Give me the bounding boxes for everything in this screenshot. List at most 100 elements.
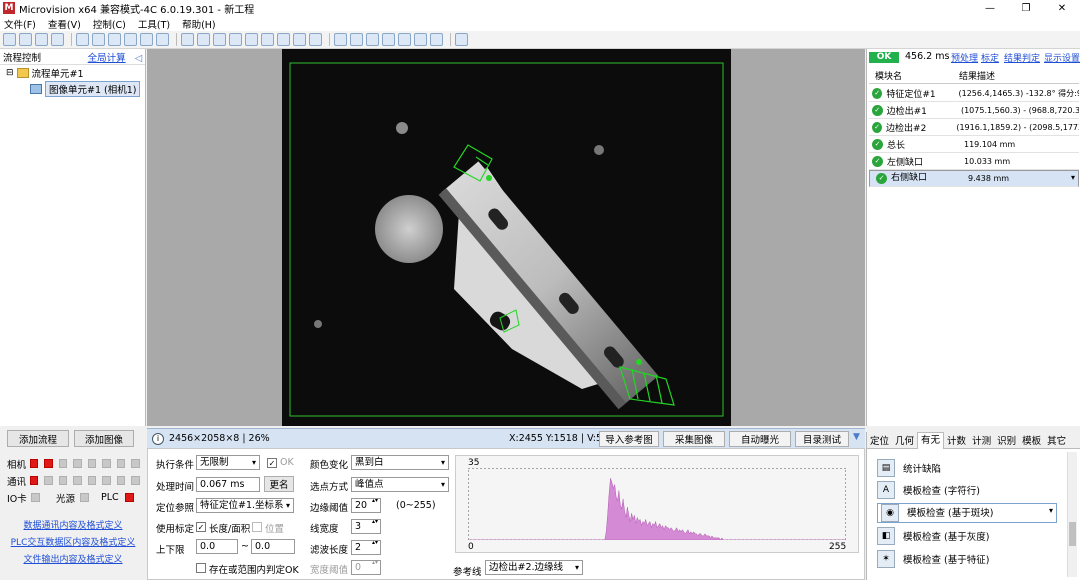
refresh-icon[interactable] — [430, 33, 443, 46]
light-label: 光源 — [56, 493, 76, 505]
camera-status-indicator — [73, 459, 82, 468]
comm-status-indicator — [116, 476, 126, 485]
calc-icon[interactable] — [382, 33, 395, 46]
zoom-reset-icon[interactable] — [124, 33, 137, 46]
eye-icon[interactable] — [140, 33, 153, 46]
width-threshold-stepper[interactable]: 0 — [351, 559, 381, 575]
menu-control[interactable]: 控制(C) — [93, 17, 126, 31]
tab-recognize[interactable]: 识别 — [994, 433, 1019, 447]
dropdown-icon[interactable]: ▼ — [853, 432, 860, 442]
maximize-button[interactable]: ❐ — [1008, 0, 1044, 16]
tab-count[interactable]: 计数 — [944, 433, 969, 447]
tool-label: 模板检查 (基于特征) — [903, 555, 990, 566]
tab-geometry[interactable]: 几何 — [892, 433, 917, 447]
locate-ref-select[interactable]: 特征定位#1.坐标系 — [196, 498, 294, 513]
new-icon[interactable] — [3, 33, 16, 46]
file-output-format-link[interactable]: 文件输出内容及格式定义 — [0, 552, 146, 569]
play-icon[interactable] — [181, 33, 194, 46]
zoom-in-icon[interactable] — [92, 33, 105, 46]
line-width-stepper[interactable]: 3 — [351, 518, 381, 534]
scroll-thumb[interactable] — [1069, 522, 1076, 546]
tab-locate[interactable]: 定位 — [867, 433, 892, 447]
tab-measure[interactable]: 计测 — [969, 433, 994, 447]
import-reference-button[interactable]: 导入参考图 — [599, 431, 659, 447]
exec-condition-select[interactable]: 无限制 — [196, 455, 260, 470]
result-row[interactable]: ✓ 右侧缺口 9.438 mm — [869, 170, 1079, 187]
display-settings-link[interactable]: 显示设置 — [1044, 51, 1080, 64]
tool-item[interactable]: ◉ 模板检查 (基于斑块) — [877, 503, 1057, 523]
grid-icon[interactable] — [51, 33, 64, 46]
color-change-select[interactable]: 黑到白 — [351, 455, 449, 470]
result-row[interactable]: ✓ 边检出#1 (1075.1,560.3) - (968.8,720.3) — [869, 102, 1079, 119]
length-area-checkbox[interactable]: ✓ — [196, 522, 206, 532]
ok-checkbox[interactable]: ✓ — [267, 458, 277, 468]
minimize-button[interactable]: — — [972, 0, 1008, 16]
position-label: 位置 — [265, 524, 285, 535]
plc-format-link[interactable]: PLC交互数据区内容及格式定义 — [0, 535, 146, 552]
process-time-label: 处理时间 — [156, 482, 195, 493]
result-row[interactable]: ✓ 左侧缺口 10.033 mm — [869, 153, 1079, 170]
menu-tools[interactable]: 工具(T) — [138, 17, 170, 31]
ref-line-select[interactable]: 边检出#2.边缘线 — [485, 560, 583, 575]
edge-threshold-stepper[interactable]: 20 — [351, 497, 381, 513]
result-name: 总长 — [887, 140, 906, 151]
result-row[interactable]: ✓ 总长 119.104 mm — [869, 136, 1079, 153]
tool-item[interactable]: ✶ 模板检查 (基于特征) — [877, 549, 1057, 569]
fullscreen-icon[interactable] — [309, 33, 322, 46]
camera-icon[interactable] — [261, 33, 274, 46]
calibration-link[interactable]: 标定 — [981, 51, 999, 64]
result-row[interactable]: ✓ 边检出#2 (1916.1,1859.2) - (2098.5,1773.4 — [869, 119, 1079, 136]
rename-button[interactable]: 更名 — [264, 476, 294, 492]
tree-item-flow-unit[interactable]: ⊟ 流程单元#1 — [0, 65, 145, 81]
folder-icon[interactable] — [398, 33, 411, 46]
gear-icon[interactable] — [414, 33, 427, 46]
print-icon[interactable] — [334, 33, 347, 46]
tab-template[interactable]: 模板 — [1019, 433, 1044, 447]
tab-presence[interactable]: 有无 — [917, 431, 945, 449]
close-button[interactable]: ✕ — [1044, 0, 1080, 16]
directory-test-button[interactable]: 目录测试 — [795, 431, 849, 447]
in-range-ok-checkbox[interactable] — [196, 563, 206, 573]
zoom-fit-icon[interactable] — [76, 33, 89, 46]
menu-help[interactable]: 帮助(H) — [182, 17, 216, 31]
lower-limit-field[interactable]: 0.0 — [196, 539, 238, 554]
result-judge-link[interactable]: 结果判定 — [1004, 51, 1040, 64]
pause-icon[interactable] — [213, 33, 226, 46]
open-icon[interactable] — [19, 33, 32, 46]
add-flow-button[interactable]: 添加流程 — [7, 430, 69, 447]
rotate-icon[interactable] — [350, 33, 363, 46]
preprocess-link[interactable]: 预处理 — [951, 51, 978, 64]
zoom-out-icon[interactable] — [108, 33, 121, 46]
crosshair-icon[interactable] — [156, 33, 169, 46]
info-icon[interactable] — [455, 33, 468, 46]
select-mode-select[interactable]: 峰值点 — [351, 477, 449, 492]
add-image-button[interactable]: 添加图像 — [74, 430, 134, 447]
menu-view[interactable]: 查看(V) — [48, 17, 81, 31]
position-checkbox[interactable] — [252, 522, 262, 532]
tree-item-image-unit[interactable]: 图像单元#1 (相机1) — [45, 81, 141, 97]
collapse-icon[interactable]: ◁ — [135, 53, 142, 64]
tool-scrollbar[interactable] — [1067, 452, 1077, 577]
comm-format-link[interactable]: 数据通讯内容及格式定义 — [0, 518, 146, 535]
stop-icon[interactable] — [197, 33, 210, 46]
crop-icon[interactable] — [229, 33, 242, 46]
save-icon[interactable] — [35, 33, 48, 46]
auto-exposure-button[interactable]: 自动曝光 — [729, 431, 791, 447]
menu-file[interactable]: 文件(F) — [4, 17, 36, 31]
capture-image-button[interactable]: 采集图像 — [663, 431, 725, 447]
image-icon[interactable] — [245, 33, 258, 46]
tool-item[interactable]: ◧ 模板检查 (基于灰度) — [877, 526, 1057, 546]
record-icon[interactable] — [277, 33, 290, 46]
filter-length-stepper[interactable]: 2 — [351, 539, 381, 555]
global-calc-link[interactable]: 全局计算 — [88, 53, 126, 64]
tool-item[interactable]: ▤ 统计缺陷 — [877, 458, 1057, 478]
tab-other[interactable]: 其它 — [1044, 433, 1069, 447]
roi-icon[interactable] — [293, 33, 306, 46]
light-status-indicator — [80, 493, 90, 502]
result-row[interactable]: ✓ 特征定位#1 (1256.4,1465.3) -132.8° 得分:99 — [869, 85, 1079, 102]
layers-icon[interactable] — [366, 33, 379, 46]
tree-expander-icon[interactable]: ⊟ — [6, 68, 14, 78]
camera-image[interactable] — [282, 49, 731, 426]
tool-item[interactable]: A 模板检查 (字符行) — [877, 480, 1057, 500]
upper-limit-field[interactable]: 0.0 — [251, 539, 295, 554]
